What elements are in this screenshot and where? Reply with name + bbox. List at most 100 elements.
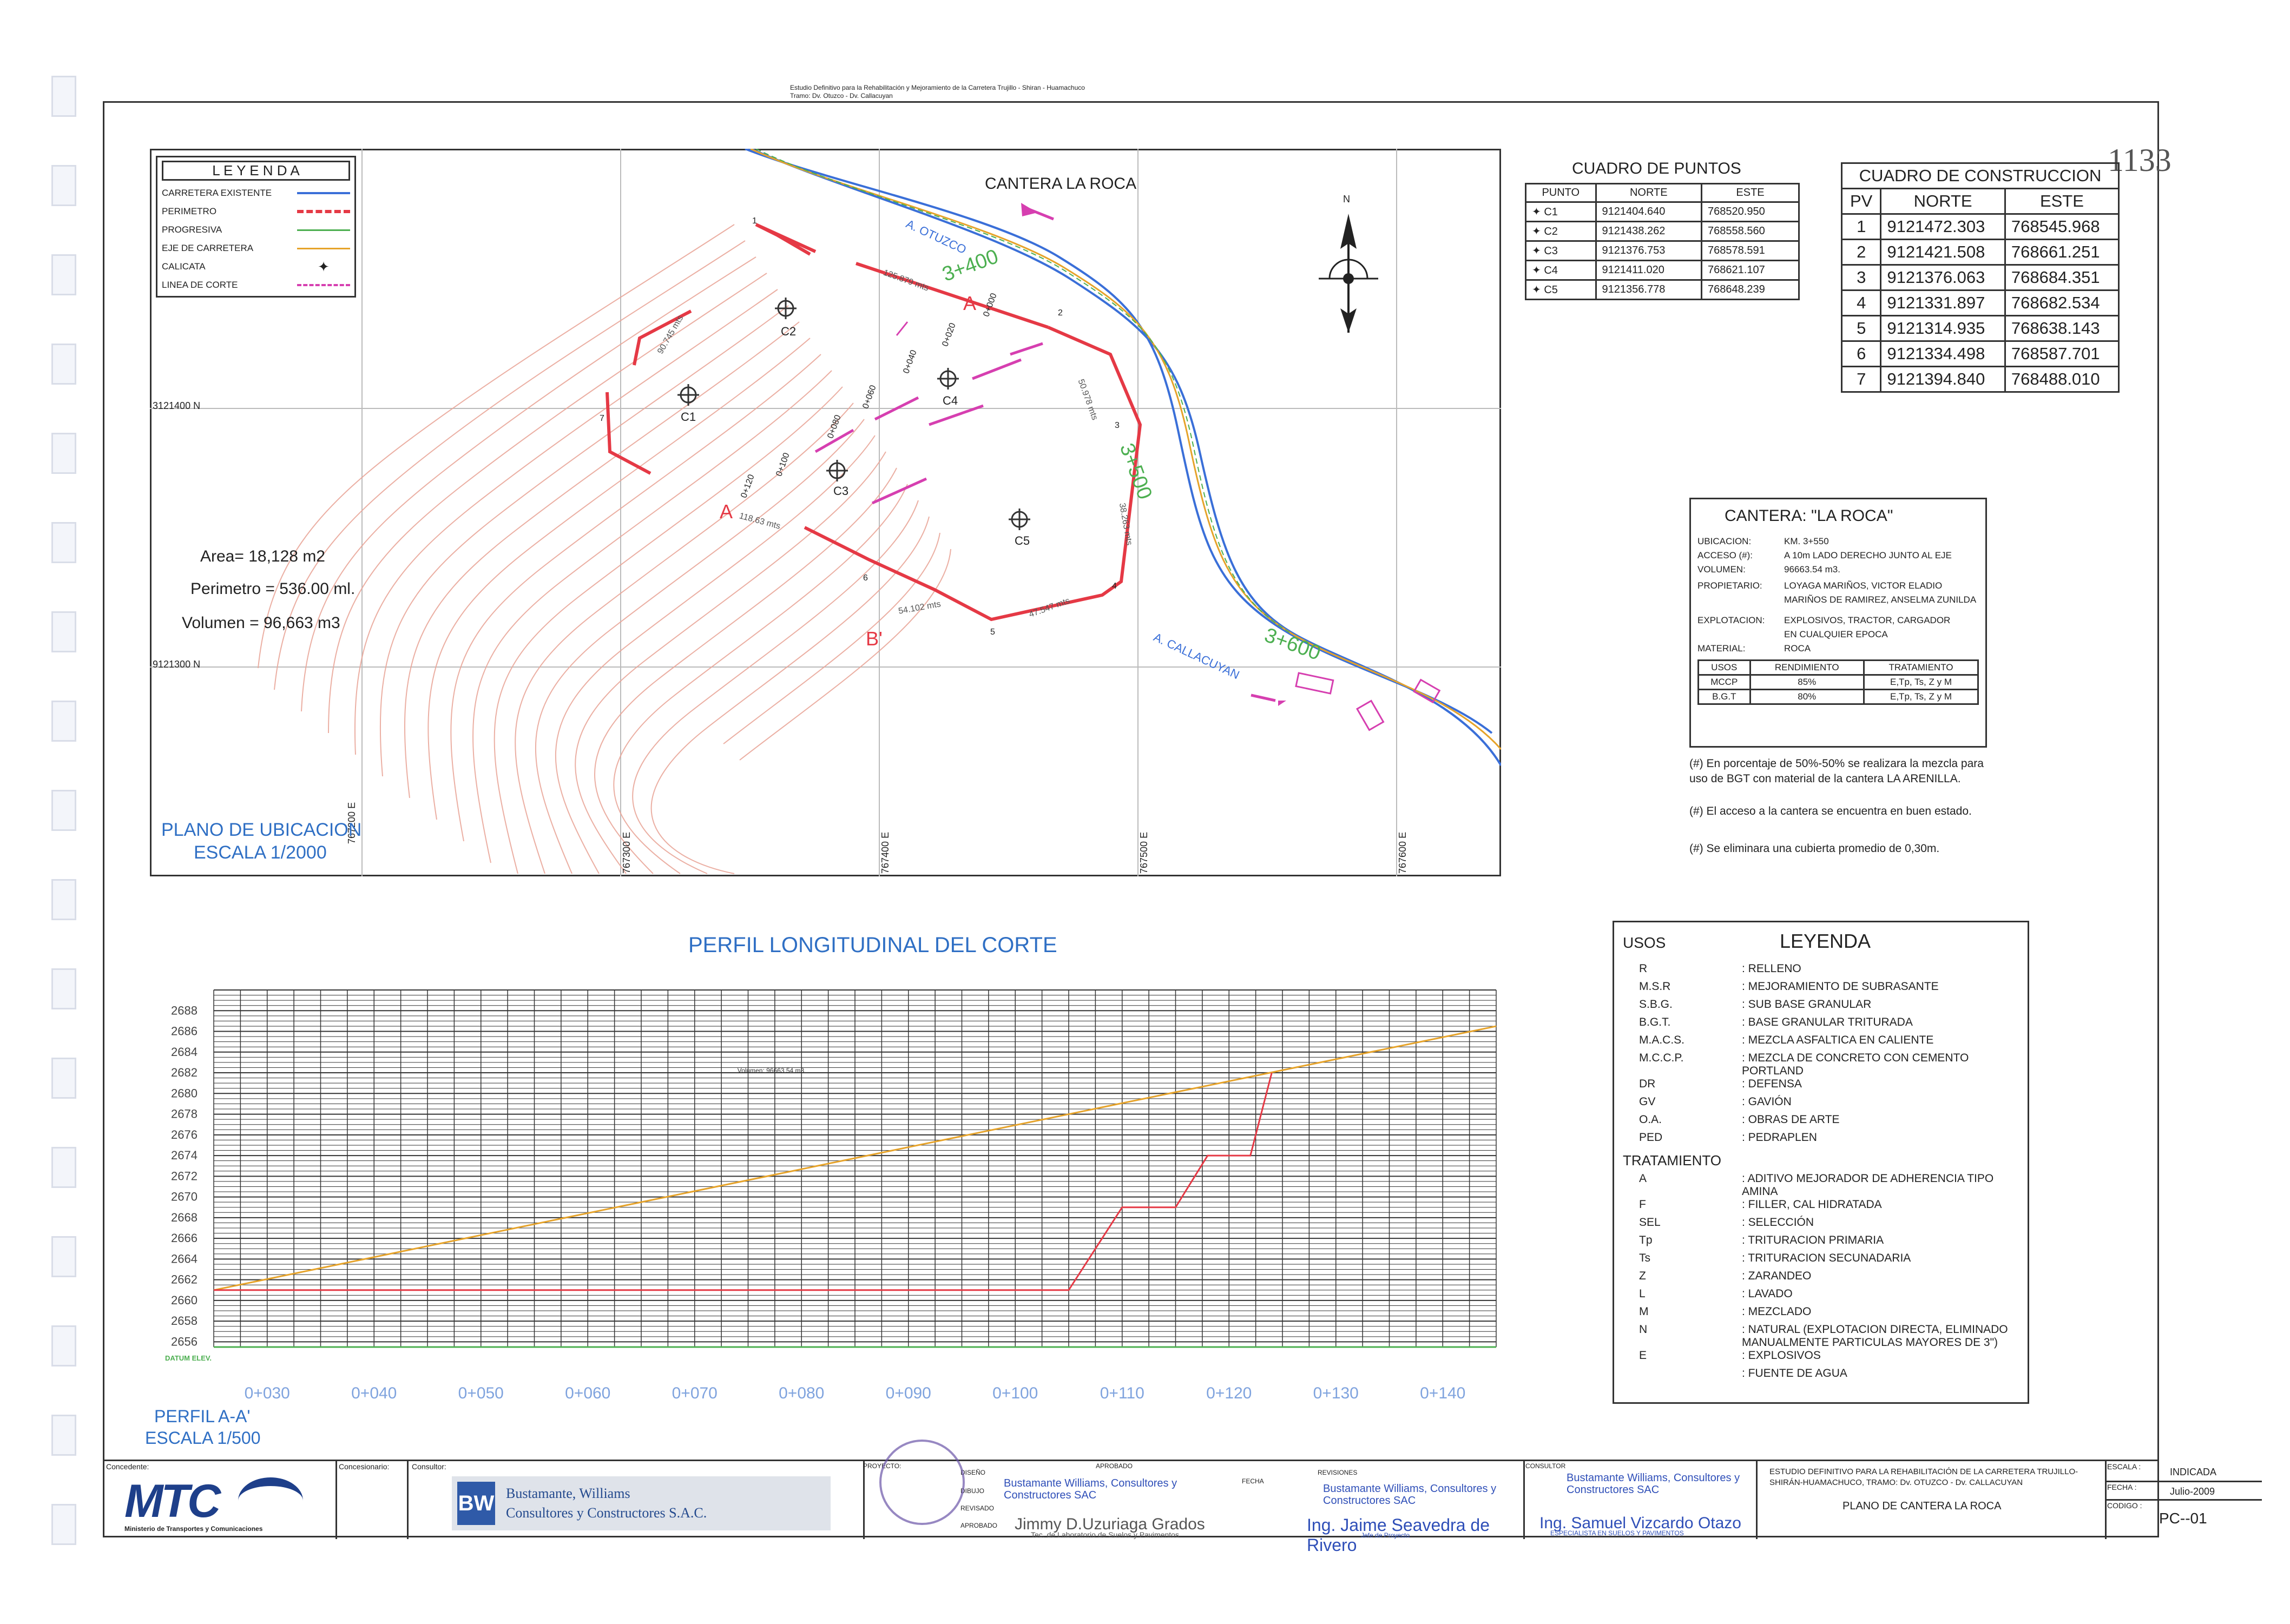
table-row: ✦ C5 9121356.778 768648.239 (1525, 279, 1800, 300)
calicata-c2: C2 (781, 325, 797, 338)
calicata-c3: C3 (833, 484, 849, 498)
legend-row: Tp: TRITURACION PRIMARIA (1639, 1234, 1884, 1246)
table-row: MCCP 85% E,Tp, Ts, Z y M (1697, 674, 1979, 690)
x-tick-label: 0+090 (886, 1384, 931, 1402)
legend-row: Ts: TRITURACION SECUNADARIA (1639, 1252, 1911, 1264)
cantera-note-2: (#) El acceso a la cantera se encuentra … (1689, 805, 1972, 817)
x-tick-label: 0+040 (351, 1384, 397, 1402)
x-tick-label: 0+120 (1206, 1384, 1252, 1402)
cuadro-puntos-table: PUNTO NORTE ESTE ✦ C1 9121404.640 768520.950… (1525, 183, 1800, 300)
table-row: 4 9121331.897 768682.534 (1840, 289, 2120, 316)
legend-row: S.B.G.: SUB BASE GRANULAR (1639, 998, 1872, 1011)
cantera-uses-table: USOS RENDIMIENTO TRATAMIENTO MCCP 85% E,Tp, … (1697, 659, 1979, 705)
calicata-markers (677, 298, 1030, 530)
legend-row: GV: GAVIÓN (1639, 1095, 1792, 1108)
usos-heading: USOS (1623, 934, 1666, 951)
legend-row: M: MEZCLADO (1639, 1305, 1812, 1318)
cantera-box: CANTERA: "LA ROCA" UBICACION: KM. 3+550 A… (1689, 498, 1987, 748)
table-row: B.G.T 80% E,Tp, Ts, Z y M (1697, 689, 1979, 705)
north-arrow-icon (1319, 214, 1378, 333)
quarry-label: CANTERA LA ROCA (985, 175, 1137, 193)
x-tick-label: 0+080 (779, 1384, 824, 1402)
y-tick-label: 2664 (171, 1252, 198, 1265)
legend-row: M.C.C.P.: MEZCLA DE CONCRETO CON CEMENTO… (1639, 1052, 1969, 1077)
legend-row: E: EXPLOSIVOS (1639, 1349, 1821, 1362)
x-tick-label: 0+110 (1100, 1384, 1144, 1402)
x-tick-label: 0+050 (458, 1384, 504, 1402)
grid-east-4: 767500 E (1139, 831, 1149, 874)
legend-row: M.S.R: MEJORAMIENTO DE SUBRASANTE (1639, 980, 1939, 993)
title-block: Concedente: MTC Ministerio de Transporte… (103, 1440, 2262, 1555)
datum-label: DATUM ELEV. (165, 1354, 212, 1362)
section-label-a2: A (720, 500, 733, 523)
map-perimetro: Perimetro = 536.00 ml. (190, 580, 356, 598)
map-scale: ESCALA 1/2000 (194, 842, 327, 863)
bw-stamp-2: Bustamante Williams, Consultores y Const… (1323, 1483, 1497, 1507)
y-tick-label: 2684 (171, 1045, 198, 1059)
volume-tag: Volumen: 96663.54 m3 (738, 1067, 805, 1074)
map-volumen: Volumen = 96,663 m3 (182, 614, 340, 632)
calicata-c1: C1 (681, 410, 696, 424)
north-label: N (1343, 194, 1350, 204)
x-tick-label: 0+070 (672, 1384, 718, 1402)
table-row: ✦ C3 9121376.753 768578.591 (1525, 240, 1800, 261)
signature-2: Ing. Jaime Seavedra de Rivero (1307, 1515, 1490, 1555)
grid-north-2: 9121300 N (153, 659, 201, 670)
legend-row: SEL: SELECCIÓN (1639, 1216, 1814, 1229)
bw-stamp-3: Bustamante Williams, Consultores y Const… (1567, 1472, 1740, 1496)
bw-logo: BW Bustamante, Williams Consultores y Con… (452, 1476, 831, 1530)
y-tick-label: 2680 (171, 1086, 198, 1100)
vertex-2: 2 (1058, 308, 1063, 318)
y-tick-label: 2676 (171, 1128, 198, 1141)
profile-subtitle: PERFIL A-A' (154, 1407, 251, 1426)
x-tick-label: 0+060 (565, 1384, 610, 1402)
table-row: 1 9121472.303 768545.968 (1840, 213, 2120, 240)
study-title: ESTUDIO DEFINITIVO PARA LA REHABILITACIÓ… (1769, 1467, 2078, 1487)
grid-east-2: 767300 E (621, 831, 632, 874)
bw-stamp-1: Bustamante Williams, Consultores y Const… (1004, 1477, 1177, 1501)
legend-row: PED: PEDRAPLEN (1639, 1131, 1817, 1144)
mtc-logo: MTC (124, 1475, 221, 1527)
plano-title: PLANO DE CANTERA LA ROCA (1842, 1500, 2002, 1512)
vertex-1: 1 (752, 216, 757, 226)
legend-row: R: RELLENO (1639, 962, 1801, 975)
legend-row: Z: ZARANDEO (1639, 1270, 1812, 1282)
y-tick-label: 2660 (171, 1293, 198, 1307)
vertex-5: 5 (990, 628, 995, 637)
map-legend: L E Y E N D A CARRETERA EXISTENTE PERIME… (156, 156, 356, 298)
grid-east-3: 767400 E (880, 831, 891, 874)
table-row: 6 9121334.498 768587.701 (1840, 340, 2120, 367)
profile-chart: 2656 2658 2660 2662 2664 2666 2668 2670 2672 2674… (165, 989, 1497, 1402)
tratamiento-heading: TRATAMIENTO (1623, 1152, 1721, 1169)
legend-row: : FUENTE DE AGUA (1742, 1367, 1847, 1379)
y-tick-label: 2686 (171, 1025, 198, 1038)
legend-item: CARRETERA EXISTENTE (162, 184, 350, 202)
y-tick-label: 2656 (171, 1335, 198, 1348)
vertex-4: 4 (1112, 582, 1117, 591)
vertex-7: 7 (600, 414, 604, 423)
section-label-b: B' (866, 628, 883, 650)
cuadro-puntos-title: CUADRO DE PUNTOS (1572, 160, 1741, 177)
vertex-6: 6 (863, 573, 868, 583)
vertex-3: 3 (1115, 421, 1120, 430)
section-label-a1: A (963, 292, 977, 314)
x-tick-label: 0+140 (1420, 1384, 1465, 1402)
stamp-icon (879, 1440, 965, 1525)
y-tick-label: 2666 (171, 1231, 198, 1245)
cantera-note-1: (#) En porcentaje de 50%-50% se realizar… (1689, 757, 1984, 785)
profile-title: PERFIL LONGITUDINAL DEL CORTE (688, 933, 1057, 957)
usos-legend-title: LEYENDA (1780, 930, 1871, 952)
y-tick-label: 2672 (171, 1169, 198, 1183)
legend-row: O.A.: OBRAS DE ARTE (1639, 1113, 1840, 1126)
usos-legend: USOS LEYENDA R: RELLENO M.S.R: MEJORAMIEN… (1613, 921, 2029, 1404)
y-tick-label: 2670 (171, 1190, 198, 1204)
map-area: Area= 18,128 m2 (200, 547, 325, 565)
y-tick-label: 2658 (171, 1314, 198, 1328)
legend-item: LINEA DE CORTE (162, 276, 350, 294)
x-tick-label: 0+030 (245, 1384, 290, 1402)
table-row: 2 9121421.508 768661.251 (1840, 239, 2120, 266)
legend-item: EJE DE CARRETERA (162, 239, 350, 258)
table-row: ✦ C1 9121404.640 768520.950 (1525, 201, 1800, 222)
legend-row: B.G.T.: BASE GRANULAR TRITURADA (1639, 1016, 1913, 1028)
y-tick-label: 2674 (171, 1148, 198, 1162)
